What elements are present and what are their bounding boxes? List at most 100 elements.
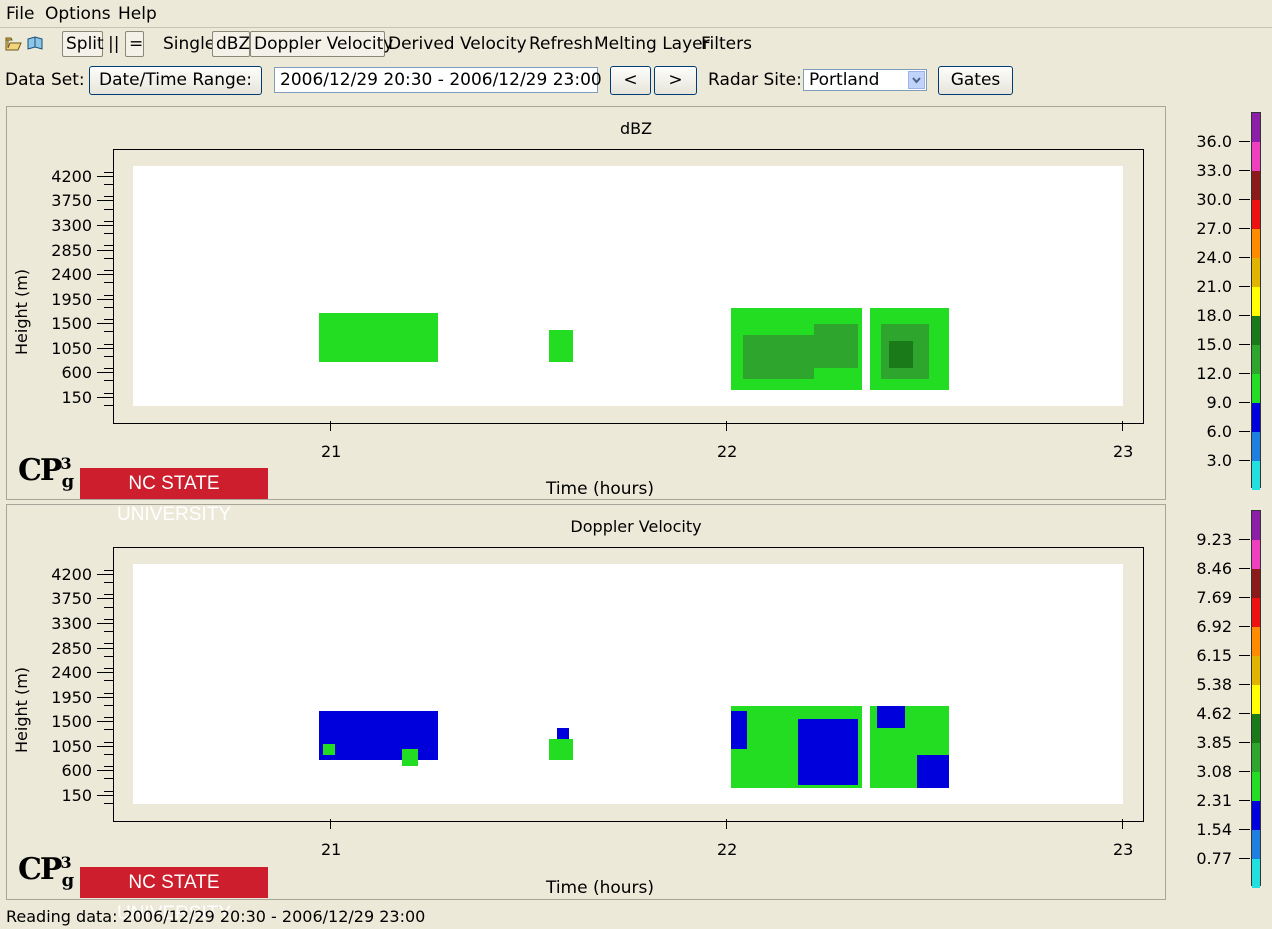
y-minor-tick [104, 655, 113, 657]
colorbar-segment [1252, 113, 1260, 142]
open-folder-icon[interactable] [5, 35, 22, 56]
radar-site-select[interactable]: Portland [803, 69, 927, 91]
y-tick-mark [97, 573, 113, 575]
colorbar-tick [1239, 170, 1250, 171]
y-minor-tick [104, 282, 113, 284]
y-tick-label: 3300 [51, 614, 92, 633]
velocity-x-axis-label: Time (hours) [545, 878, 655, 898]
split-button[interactable]: Split [62, 31, 104, 57]
y-minor-tick [104, 606, 113, 608]
chevron-down-icon[interactable] [908, 71, 925, 89]
filters-button[interactable]: Filters [701, 34, 752, 54]
colorbar-label: 33.0 [1196, 161, 1232, 180]
menu-file[interactable]: File [6, 4, 34, 24]
echo-region [402, 749, 419, 766]
echo-region [548, 329, 573, 363]
y-tick-mark [97, 745, 113, 747]
open-book-icon[interactable] [26, 35, 44, 56]
x-tick-mark [1122, 819, 1123, 829]
colorbar-segment [1252, 859, 1260, 888]
y-minor-tick [104, 257, 113, 259]
gates-button[interactable]: Gates [938, 66, 1013, 95]
y-tick-mark [97, 598, 113, 600]
equal-button[interactable]: = [125, 31, 144, 57]
y-tick-label: 3300 [51, 216, 92, 235]
y-minor-tick [104, 778, 113, 780]
derived-velocity-toggle[interactable]: Derived Velocity [388, 34, 527, 54]
colorbar-label: 12.0 [1196, 364, 1232, 383]
y-tick-label: 3750 [51, 589, 92, 609]
colorbar-label: 36.0 [1196, 132, 1232, 151]
y-minor-tick [104, 196, 113, 198]
y-tick-mark [97, 647, 113, 649]
dbz-toggle[interactable]: dBZ [212, 31, 250, 57]
echo-region [323, 744, 335, 755]
colorbar-label: 18.0 [1196, 306, 1232, 325]
colorbar-tick [1239, 286, 1250, 287]
melting-layer-button[interactable]: Melting Layer [594, 34, 710, 54]
refresh-button[interactable]: Refresh [529, 34, 593, 54]
date-time-range-button[interactable]: Date/Time Range: [89, 66, 262, 95]
doppler-velocity-toggle[interactable]: Doppler Velocity [250, 31, 393, 57]
colorbar-tick [1239, 597, 1250, 598]
colorbar-segment [1252, 142, 1260, 171]
dbz-plot-frame [113, 149, 1144, 424]
y-minor-tick [104, 753, 113, 755]
colorbar-segment [1252, 743, 1260, 772]
y-tick-mark [97, 721, 113, 723]
colorbar-tick [1239, 315, 1250, 316]
echo-region [917, 754, 949, 788]
colorbar-label: 6.92 [1196, 617, 1232, 636]
prev-button[interactable]: < [610, 66, 651, 95]
colorbar-segment [1252, 403, 1260, 432]
colorbar-segment [1252, 685, 1260, 714]
colorbar-label: 1.54 [1196, 820, 1232, 839]
colorbar-tick [1239, 568, 1250, 569]
y-tick-label: 1950 [51, 289, 92, 309]
y-tick-mark [97, 274, 113, 276]
y-tick-mark [97, 696, 113, 698]
colorbar-tick [1239, 684, 1250, 685]
y-tick-mark [97, 200, 113, 202]
y-minor-tick [104, 220, 113, 222]
x-tick-mark [726, 421, 727, 431]
y-tick-label: 1950 [51, 687, 92, 707]
velocity-plot-frame [113, 547, 1144, 822]
y-tick-label: 600 [61, 363, 92, 383]
menu-help[interactable]: Help [118, 4, 157, 24]
next-button[interactable]: > [654, 66, 697, 95]
dbz-x-axis-label: Time (hours) [545, 479, 655, 499]
menu-options[interactable]: Options [45, 4, 111, 24]
y-tick-label: 1050 [51, 338, 92, 358]
y-minor-tick [104, 692, 113, 694]
x-tick-mark [1122, 421, 1123, 431]
colorbar-tick [1239, 257, 1250, 258]
y-minor-tick [104, 766, 113, 768]
y-minor-tick [104, 618, 113, 620]
colorbar-label: 27.0 [1196, 219, 1232, 238]
y-tick-label: 150 [61, 785, 92, 805]
y-tick-mark [97, 225, 113, 226]
y-tick-label: 600 [61, 761, 92, 781]
colorbar-segment [1252, 345, 1260, 374]
velocity-chart-title: Doppler Velocity [570, 517, 702, 536]
y-minor-tick [104, 392, 113, 394]
parallel-toggle[interactable]: || [108, 34, 119, 54]
y-tick-mark [97, 396, 113, 398]
menu-separator [0, 27, 1272, 28]
x-tick-label: 23 [1113, 840, 1134, 859]
colorbar-label: 6.15 [1196, 646, 1232, 665]
x-tick-mark [330, 421, 331, 431]
colorbar-label: 4.62 [1196, 704, 1232, 723]
colorbar-bar [1251, 112, 1261, 490]
colorbar-tick [1239, 344, 1250, 345]
colorbar-label: 2.31 [1196, 791, 1232, 810]
x-tick-label: 21 [321, 442, 342, 461]
y-minor-tick [104, 594, 113, 596]
colorbar-tick [1239, 460, 1250, 461]
date-range-field[interactable]: 2006/12/29 20:30 - 2006/12/29 23:00 [274, 67, 602, 93]
menu-bar: File Options Help [0, 0, 1272, 27]
single-toggle[interactable]: Single [163, 34, 215, 54]
y-minor-tick [104, 233, 113, 235]
y-minor-tick [104, 380, 113, 382]
